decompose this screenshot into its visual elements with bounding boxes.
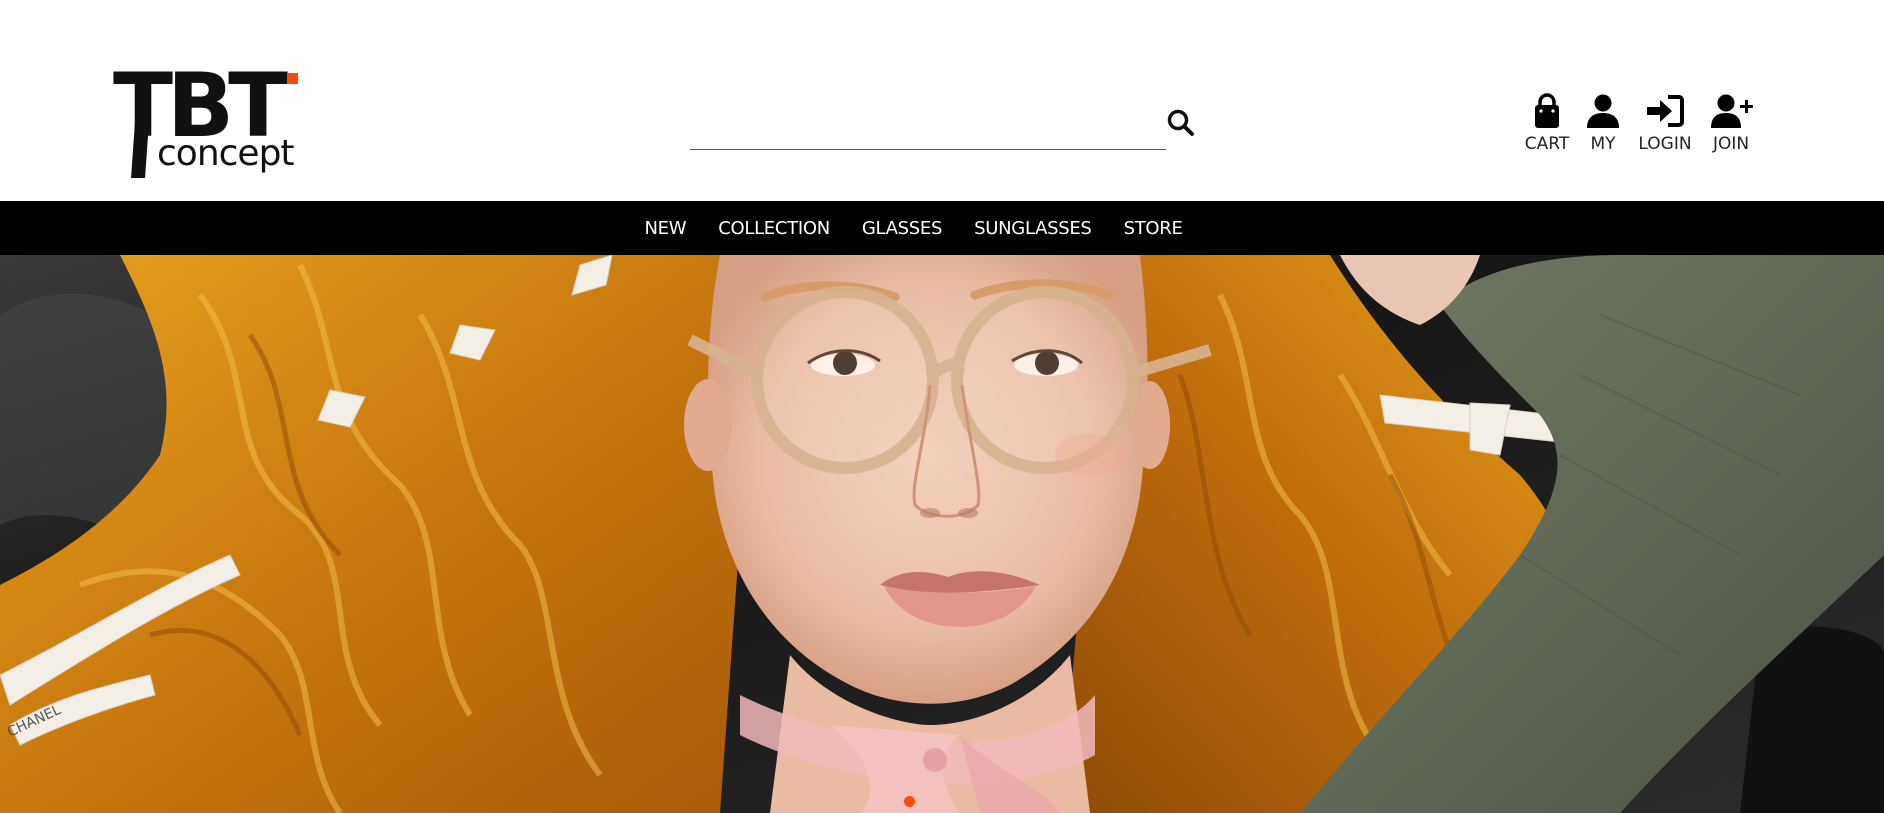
sign-in-icon xyxy=(1647,95,1684,127)
nav-item-collection[interactable]: COLLECTION xyxy=(718,218,830,239)
join-label: JOIN xyxy=(1712,134,1750,154)
join-link[interactable]: JOIN xyxy=(1704,90,1758,162)
brand-logo[interactable]: TBT concept xyxy=(113,62,303,182)
logo-stem xyxy=(131,122,149,178)
nav-item-store[interactable]: STORE xyxy=(1124,218,1183,239)
nav-item-new[interactable]: NEW xyxy=(644,218,686,239)
search-bar xyxy=(690,100,1196,152)
hero-banner[interactable]: CHANEL xyxy=(0,255,1884,813)
main-nav: NEW COLLECTION GLASSES SUNGLASSES STORE xyxy=(0,201,1884,255)
login-label: LOGIN xyxy=(1638,134,1692,154)
my-page-link[interactable]: MY xyxy=(1580,90,1626,162)
hero-image: CHANEL xyxy=(0,255,1884,813)
slide-dot-1[interactable] xyxy=(904,796,915,807)
search-icon xyxy=(1167,109,1194,136)
user-plus-icon xyxy=(1711,94,1753,128)
logo-sub-text: concept xyxy=(157,133,295,174)
site-header: TBT concept CART MY LOGIN JOIN xyxy=(0,0,1884,201)
cart-link[interactable]: CART xyxy=(1524,90,1570,162)
cart-label: CART xyxy=(1524,134,1570,154)
user-icon xyxy=(1587,94,1619,128)
shopping-bag-icon xyxy=(1535,93,1559,128)
nav-item-glasses[interactable]: GLASSES xyxy=(862,218,943,239)
user-nav: CART MY LOGIN JOIN xyxy=(1524,90,1768,162)
search-input[interactable] xyxy=(690,108,1166,150)
logo-accent-square xyxy=(287,73,298,84)
nav-item-sunglasses[interactable]: SUNGLASSES xyxy=(974,218,1092,239)
search-button[interactable] xyxy=(1164,106,1198,140)
my-label: MY xyxy=(1590,134,1616,154)
login-link[interactable]: LOGIN xyxy=(1636,90,1694,162)
slide-indicators xyxy=(0,796,1884,810)
